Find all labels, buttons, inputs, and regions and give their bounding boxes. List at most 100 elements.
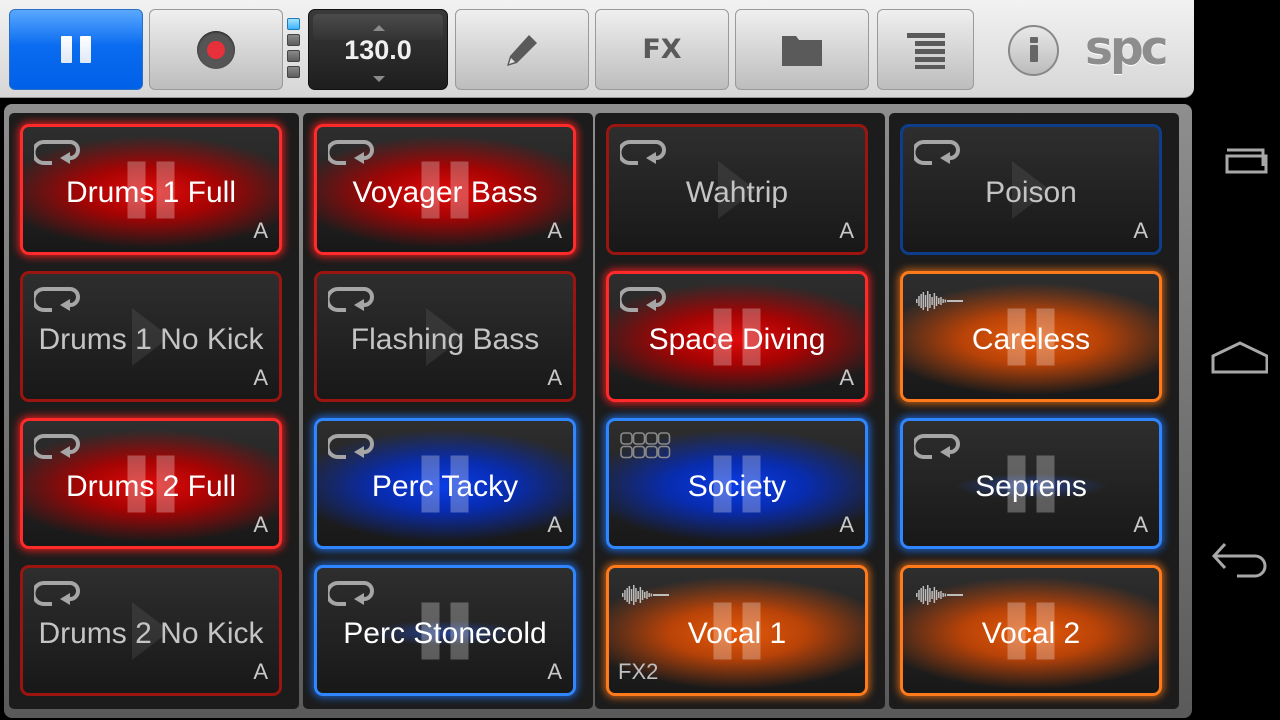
pad-name: Vocal 1: [687, 617, 787, 650]
pad-tag: A: [839, 512, 854, 537]
pad-tag: FX2: [618, 659, 659, 684]
waveform-icon: [914, 582, 966, 612]
pad-tag: A: [547, 659, 562, 684]
clip-pad[interactable]: Vocal 2: [900, 565, 1162, 696]
waveform-icon: [914, 288, 966, 318]
pad-tag: A: [547, 512, 562, 537]
recent-apps-button[interactable]: [1208, 135, 1268, 185]
pad-name: Space Diving: [648, 323, 826, 356]
clip-pad[interactable]: Drums 1 No Kick A: [20, 271, 282, 402]
home-icon: [1211, 341, 1269, 374]
pause-icon: [61, 36, 91, 63]
fx-label: FX: [642, 34, 682, 65]
pad-name: Seprens: [975, 470, 1087, 503]
clip-pad[interactable]: Voyager Bass A: [314, 124, 576, 255]
pad-column-1: Drums 1 Full A Drums 1 No Kick A Drums 2 Ful…: [9, 113, 299, 709]
info-button[interactable]: [1008, 25, 1059, 76]
loop-icon: [31, 432, 84, 466]
bank-3-indicator[interactable]: [287, 50, 300, 62]
clip-pad[interactable]: Seprens A: [900, 418, 1162, 549]
clip-pad[interactable]: Perc Stonecold A: [314, 565, 576, 696]
tempo-value: 130.0: [344, 35, 412, 65]
pad-tag: A: [1133, 218, 1148, 243]
clip-pad[interactable]: Drums 2 Full A: [20, 418, 282, 549]
pad-tag: A: [1133, 512, 1148, 537]
pad-name: Poison: [985, 176, 1077, 209]
bank-1-indicator[interactable]: [287, 18, 300, 30]
pad-column-2: Voyager Bass A Flashing Bass A Perc Tacky A Pe…: [303, 113, 593, 709]
record-icon: [197, 30, 235, 69]
fx-button[interactable]: FX: [595, 9, 729, 90]
loop-icon: [911, 432, 964, 466]
loop-icon: [617, 285, 670, 319]
pad-tag: A: [253, 659, 268, 684]
back-icon: [1211, 542, 1267, 578]
pad-name: Voyager Bass: [352, 176, 538, 209]
pad-name: Wahtrip: [685, 176, 789, 209]
clip-pad[interactable]: Flashing Bass A: [314, 271, 576, 402]
clip-pad[interactable]: Vocal 1 FX2: [606, 565, 868, 696]
bank-4-indicator[interactable]: [287, 66, 300, 78]
pad-name: Drums 1 No Kick: [38, 323, 264, 356]
pad-column-3: Wahtrip A Space Diving A Society A Vocal 1 FX2: [595, 113, 885, 709]
clip-pad[interactable]: Careless: [900, 271, 1162, 402]
pad-tag: A: [253, 365, 268, 390]
menu-button[interactable]: [877, 9, 974, 90]
folder-button[interactable]: [735, 9, 869, 90]
pad-name: Perc Stonecold: [343, 617, 547, 650]
list-menu-icon: [906, 32, 945, 69]
app: 130.0 FX spc Drums 1 Full A Drums 1 No K…: [0, 0, 1194, 720]
loop-icon: [325, 285, 378, 319]
pad-grid: Drums 1 Full A Drums 1 No Kick A Drums 2 Ful…: [4, 104, 1192, 718]
clip-pad[interactable]: Drums 2 No Kick A: [20, 565, 282, 696]
pad-tag: A: [839, 218, 854, 243]
spc-logo: spc: [1085, 21, 1169, 76]
info-icon: [1029, 37, 1038, 43]
loop-icon: [31, 285, 84, 319]
toolbar: 130.0 FX spc: [0, 0, 1194, 98]
sequencer-grid-icon: [620, 432, 672, 464]
pad-name: Drums 2 Full: [65, 470, 237, 503]
clip-pad[interactable]: Perc Tacky A: [314, 418, 576, 549]
pad-name: Drums 1 Full: [65, 176, 237, 209]
pad-name: Careless: [971, 323, 1091, 356]
clip-pad[interactable]: Wahtrip A: [606, 124, 868, 255]
tempo-down-arrow-icon[interactable]: [373, 76, 385, 82]
pad-name: Vocal 2: [981, 617, 1081, 650]
pad-name: Flashing Bass: [350, 323, 540, 356]
loop-icon: [325, 579, 378, 613]
loop-icon: [31, 579, 84, 613]
tempo-up-arrow-icon[interactable]: [373, 25, 385, 31]
folder-icon: [782, 35, 822, 66]
clip-pad[interactable]: Society A: [606, 418, 868, 549]
home-button[interactable]: [1208, 335, 1269, 385]
pad-name: Drums 2 No Kick: [38, 617, 264, 650]
waveform-icon: [620, 582, 672, 612]
record-button[interactable]: [149, 9, 283, 90]
loop-icon: [911, 138, 964, 172]
pad-name: Perc Tacky: [371, 470, 519, 503]
play-pause-button[interactable]: [9, 9, 143, 90]
loop-icon: [325, 138, 378, 172]
pad-column-4: Poison A Careless Seprens A Vocal 2: [889, 113, 1179, 709]
android-navigation-bar: [1194, 0, 1280, 720]
pad-tag: A: [253, 218, 268, 243]
clip-pad[interactable]: Poison A: [900, 124, 1162, 255]
pad-tag: A: [839, 365, 854, 390]
edit-button[interactable]: [455, 9, 589, 90]
clip-pad[interactable]: Drums 1 Full A: [20, 124, 282, 255]
back-button[interactable]: [1208, 532, 1268, 582]
clip-pad[interactable]: Space Diving A: [606, 271, 868, 402]
info-icon-stem: [1029, 45, 1038, 62]
pad-tag: A: [547, 218, 562, 243]
loop-icon: [325, 432, 378, 466]
recent-apps-icon: [1225, 148, 1268, 174]
pad-name: Society: [687, 470, 787, 503]
bank-2-indicator[interactable]: [287, 34, 300, 46]
pad-tag: A: [547, 365, 562, 390]
pencil-icon: [507, 34, 537, 66]
pad-tag: A: [253, 512, 268, 537]
loop-icon: [617, 138, 670, 172]
bank-selector: [287, 18, 302, 82]
tempo-control[interactable]: 130.0: [308, 9, 448, 90]
